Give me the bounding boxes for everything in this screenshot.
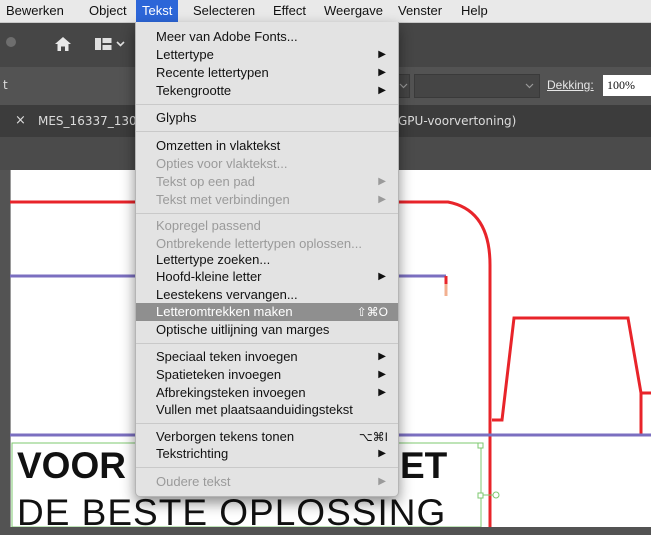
opacity-field[interactable]: 100% — [603, 75, 651, 96]
workspace-switcher-icon[interactable] — [95, 38, 127, 50]
menu-item-lettertype[interactable]: Lettertype ▶ — [136, 46, 398, 64]
artboard-headline-left[interactable]: VOOR — [17, 444, 126, 488]
menu-item-oudere-tekst[interactable]: Oudere tekst ▶ — [136, 473, 398, 491]
menu-item-tekstrichting[interactable]: Tekstrichting ▶ — [136, 445, 398, 463]
menu-object[interactable]: Object — [89, 0, 127, 22]
menu-item-kopregel-passend[interactable]: Kopregel passend — [136, 217, 398, 235]
menu-separator — [136, 213, 398, 214]
chevron-right-icon: ▶ — [378, 49, 386, 60]
document-tab-mode: GPU-voorvertoning) — [398, 114, 517, 128]
chevron-right-icon: ▶ — [378, 194, 386, 205]
menu-separator — [136, 131, 398, 132]
chevron-right-icon: ▶ — [378, 351, 386, 362]
document-tab-title[interactable]: MES_16337_130 — [38, 114, 137, 128]
menu-item-meer-van-adobe-fonts[interactable]: Meer van Adobe Fonts... — [136, 28, 398, 46]
menu-item-vullen-met-plaatsaanduidingstekst[interactable]: Vullen met plaatsaanduidingstekst — [136, 401, 398, 419]
menu-item-optische-uitlijning-van-marges[interactable]: Optische uitlijning van marges — [136, 321, 398, 339]
opacity-label[interactable]: Dekking: — [547, 78, 594, 92]
window-control-dot[interactable] — [6, 37, 16, 47]
menu-help[interactable]: Help — [461, 0, 488, 22]
menubar: Bewerken Object Tekst Selecteren Effect … — [0, 0, 651, 23]
menu-shortcut: ⇧⌘O — [356, 305, 388, 319]
home-icon[interactable] — [54, 36, 72, 52]
menu-shortcut: ⌥⌘I — [358, 430, 388, 444]
menu-item-letteromtrekken-maken[interactable]: Letteromtrekken maken ⇧⌘O — [136, 303, 398, 321]
chevron-right-icon: ▶ — [378, 271, 386, 282]
chevron-right-icon: ▶ — [378, 387, 386, 398]
menu-item-spatieteken-invoegen[interactable]: Spatieteken invoegen ▶ — [136, 366, 398, 384]
tekst-dropdown-menu: Meer van Adobe Fonts... Lettertype ▶ Rece… — [135, 22, 399, 497]
menu-separator — [136, 467, 398, 468]
menu-weergave[interactable]: Weergave — [324, 0, 383, 22]
chevron-down-icon — [525, 83, 534, 89]
menu-item-tekengrootte[interactable]: Tekengrootte ▶ — [136, 82, 398, 100]
opacity-value: 100% — [607, 78, 635, 92]
artboard-subline[interactable]: DE BESTE OPLOSSING — [17, 491, 446, 535]
chevron-down-icon — [399, 83, 408, 89]
menu-item-leestekens-vervangen[interactable]: Leestekens vervangen... — [136, 286, 398, 304]
menu-tekst[interactable]: Tekst — [136, 0, 179, 22]
menu-item-speciaal-teken-invoegen[interactable]: Speciaal teken invoegen ▶ — [136, 348, 398, 366]
chevron-right-icon: ▶ — [378, 448, 386, 459]
chevron-right-icon: ▶ — [378, 369, 386, 380]
menu-separator — [136, 343, 398, 344]
menu-separator — [136, 423, 398, 424]
close-icon[interactable]: × — [15, 113, 26, 128]
menu-selecteren[interactable]: Selecteren — [193, 0, 255, 22]
menu-item-recente-lettertypen[interactable]: Recente lettertypen ▶ — [136, 64, 398, 82]
menu-separator — [136, 104, 398, 105]
chevron-right-icon: ▶ — [378, 67, 386, 78]
menu-item-lettertype-zoeken[interactable]: Lettertype zoeken... — [136, 251, 398, 269]
chevron-right-icon: ▶ — [378, 176, 386, 187]
menu-item-opties-voor-vlaktekst[interactable]: Opties voor vlaktekst... — [136, 155, 398, 173]
menu-item-tekst-met-verbindingen[interactable]: Tekst met verbindingen ▶ — [136, 191, 398, 209]
menu-item-glyphs[interactable]: Glyphs — [136, 109, 398, 127]
menu-item-tekst-op-een-pad[interactable]: Tekst op een pad ▶ — [136, 173, 398, 191]
graphic-style-select[interactable] — [414, 74, 540, 98]
menu-effect[interactable]: Effect — [273, 0, 306, 22]
control-bar-label: t — [3, 78, 8, 92]
menu-venster[interactable]: Venster — [398, 0, 442, 22]
menu-bewerken[interactable]: Bewerken — [6, 0, 64, 22]
chevron-right-icon: ▶ — [378, 85, 386, 96]
menu-item-hoofd-kleine-letter[interactable]: Hoofd-kleine letter ▶ — [136, 268, 398, 286]
menu-item-verborgen-tekens-tonen[interactable]: Verborgen tekens tonen ⌥⌘I — [136, 428, 398, 446]
menu-item-omzetten-in-vlaktekst[interactable]: Omzetten in vlaktekst — [136, 137, 398, 155]
menu-item-afbrekingsteken-invoegen[interactable]: Afbrekingsteken invoegen ▶ — [136, 384, 398, 402]
chevron-right-icon: ▶ — [378, 476, 386, 487]
artboard-headline-right[interactable]: ET — [400, 444, 447, 488]
